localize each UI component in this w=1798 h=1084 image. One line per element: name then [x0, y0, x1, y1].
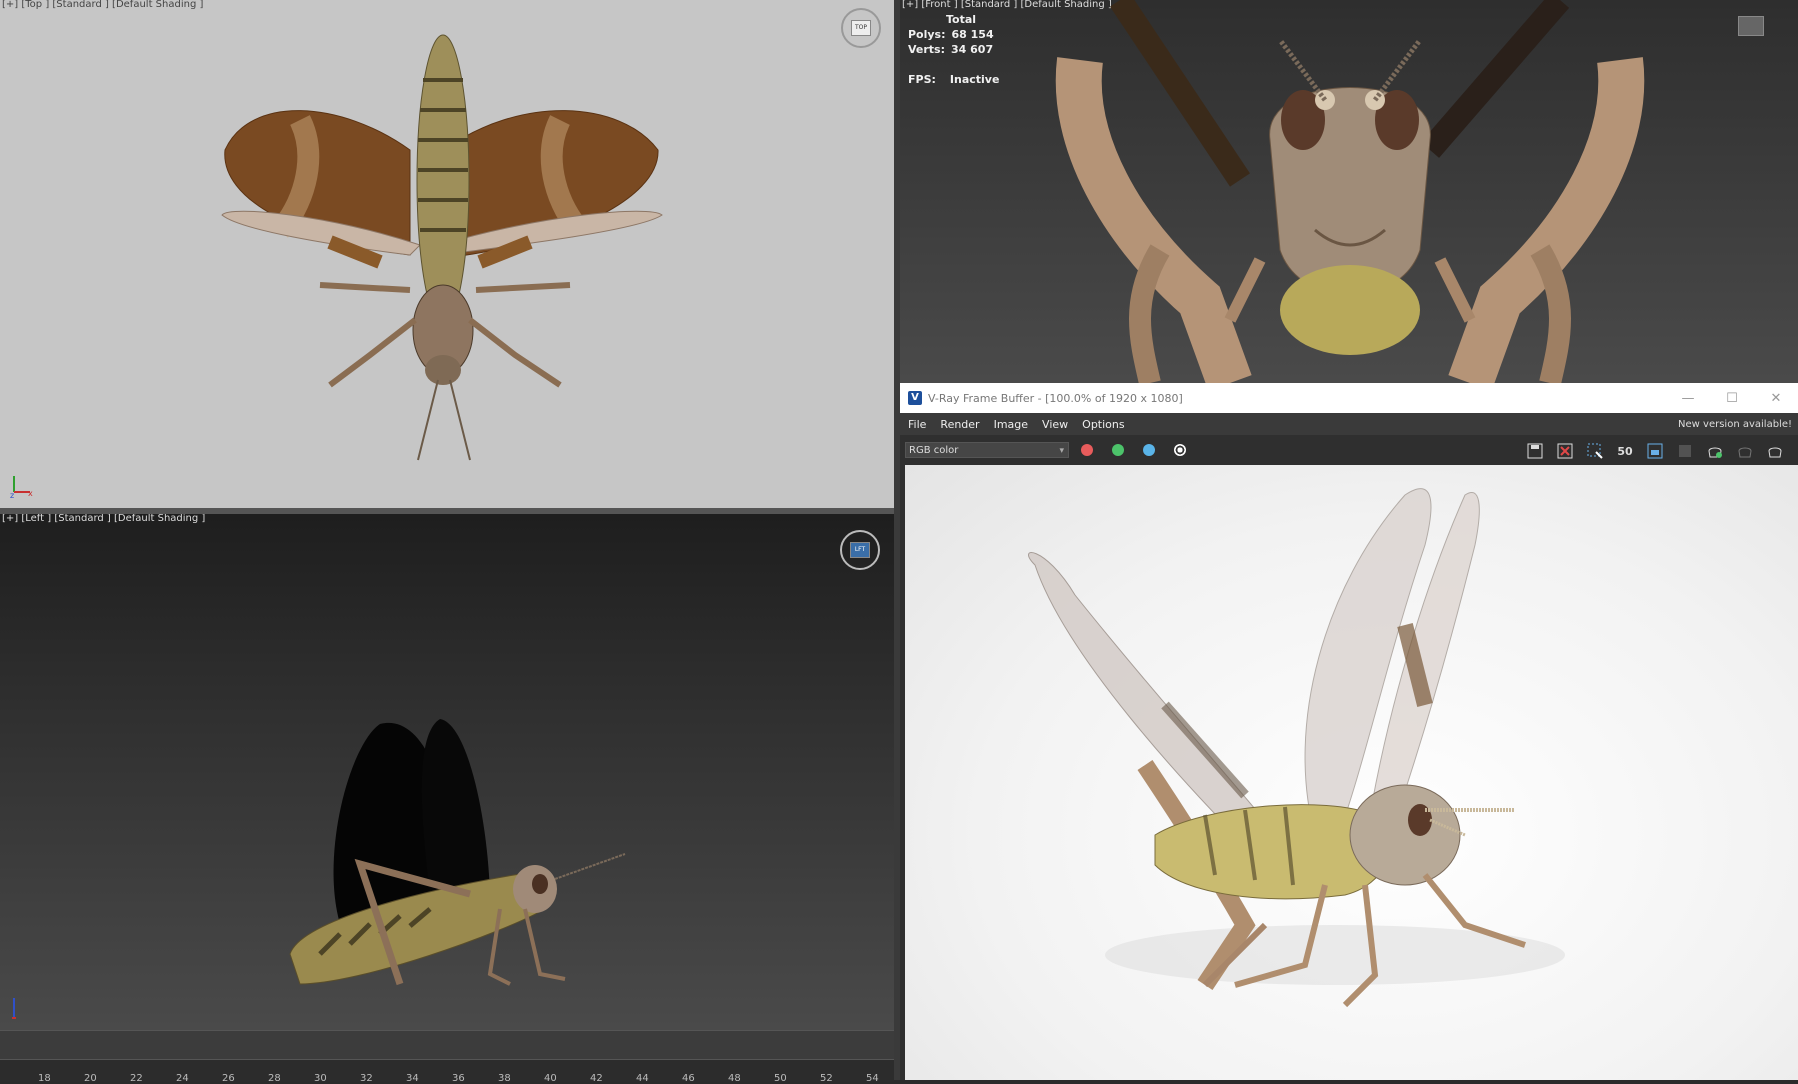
timeline-tick: 34 [406, 1073, 419, 1084]
zoom-icon[interactable]: 50 [1614, 441, 1636, 461]
polys-label: Polys: [908, 28, 946, 41]
timeline-tick: 48 [728, 1073, 741, 1084]
menu-render[interactable]: Render [932, 418, 985, 431]
timeline-tick: 24 [176, 1073, 189, 1084]
grasshopper-top-view [221, 34, 663, 461]
timeline-tick: 20 [84, 1073, 97, 1084]
vfb-title: V-Ray Frame Buffer - [100.0% of 1920 x 1… [928, 391, 1183, 405]
timeline-tick: 28 [268, 1073, 281, 1084]
timeline-tick: 50 [774, 1073, 787, 1084]
timeline-tick: 42 [590, 1073, 603, 1084]
timeline-tick: 52 [820, 1073, 833, 1084]
timeline-tick: 54 [866, 1073, 879, 1084]
vfb-menubar: File Render Image View Options New versi… [900, 413, 1798, 435]
timeline-tick: 30 [314, 1073, 327, 1084]
fps-value: Inactive [949, 73, 1000, 86]
menu-file[interactable]: File [900, 418, 932, 431]
axis-gizmo-icon: x z [10, 476, 33, 498]
vfb-titlebar[interactable]: V V-Ray Frame Buffer - [100.0% of 1920 x… [900, 383, 1798, 414]
timeline-tick: 26 [222, 1073, 235, 1084]
menu-options[interactable]: Options [1074, 418, 1130, 431]
timeline[interactable]: 18 20 22 24 26 28 30 32 34 36 38 40 42 4… [0, 1030, 894, 1084]
red-channel-toggle[interactable] [1081, 444, 1093, 456]
grasshopper-front-view [1055, 0, 1645, 383]
timeline-tick: 38 [498, 1073, 511, 1084]
svg-text:z: z [10, 491, 14, 498]
new-version-notice[interactable]: New version available! [1678, 419, 1792, 430]
timeline-tick: 22 [130, 1073, 143, 1084]
channel-select[interactable]: RGB color [905, 442, 1069, 459]
viewport-front[interactable]: [+] [Front ] [Standard ] [Default Shadin… [900, 0, 1798, 383]
svg-text:x: x [28, 489, 33, 498]
verts-value: 34 607 [951, 43, 994, 56]
render-canvas[interactable] [905, 465, 1798, 1080]
viewcube-icon[interactable] [1738, 16, 1764, 36]
timeline-tick: 32 [360, 1073, 373, 1084]
close-icon[interactable]: ✕ [1754, 383, 1798, 413]
stats-verts-row: Verts: 34 607 [908, 42, 999, 57]
polys-value: 68 154 [951, 28, 994, 41]
stats-polys-row: Polys: 68 154 [908, 27, 999, 42]
green-channel-toggle[interactable] [1112, 444, 1124, 456]
stats-fps-row: FPS: Inactive [908, 72, 999, 87]
axis-gizmo-icon [12, 998, 16, 1019]
timeline-tick: 46 [682, 1073, 695, 1084]
verts-label: Verts: [908, 43, 946, 56]
grasshopper-render [1028, 488, 1565, 1008]
timeline-tick: 44 [636, 1073, 649, 1084]
alpha-channel-toggle[interactable] [1174, 444, 1186, 456]
stats-total-label: Total [946, 13, 977, 26]
timeline-tick: 40 [544, 1073, 557, 1084]
teapot-render-icon[interactable] [1764, 441, 1786, 461]
save-icon[interactable] [1524, 441, 1546, 461]
vray-frame-buffer-window[interactable]: V V-Ray Frame Buffer - [100.0% of 1920 x… [900, 383, 1798, 1080]
zoom-icon-label: 50 [1617, 444, 1633, 458]
fps-label: FPS: [908, 73, 936, 86]
clear-icon[interactable] [1554, 441, 1576, 461]
timeline-tick: 36 [452, 1073, 465, 1084]
vray-logo-icon: V [908, 391, 922, 405]
blue-channel-toggle[interactable] [1143, 444, 1155, 456]
frame-icon[interactable] [1644, 441, 1666, 461]
minimize-icon[interactable]: — [1666, 383, 1710, 413]
teapot-render-icon[interactable] [1734, 441, 1756, 461]
viewport-top[interactable]: [+] [Top ] [Standard ] [Default Shading … [0, 0, 894, 508]
grasshopper-left-view [289, 719, 626, 986]
stats-overlay: Total Polys: 68 154 Verts: 34 607 FPS: I… [908, 12, 999, 87]
timeline-tick: 18 [38, 1073, 51, 1084]
viewport-left[interactable]: [+] [Left ] [Standard ] [Default Shading… [0, 514, 894, 1030]
teapot-render-icon[interactable] [1704, 441, 1726, 461]
render-region-icon[interactable] [1674, 441, 1696, 461]
region-icon[interactable] [1584, 441, 1606, 461]
maximize-icon[interactable]: ☐ [1710, 383, 1754, 413]
menu-image[interactable]: Image [986, 418, 1034, 431]
viewport-divider-horizontal[interactable] [0, 508, 894, 514]
menu-view[interactable]: View [1034, 418, 1074, 431]
